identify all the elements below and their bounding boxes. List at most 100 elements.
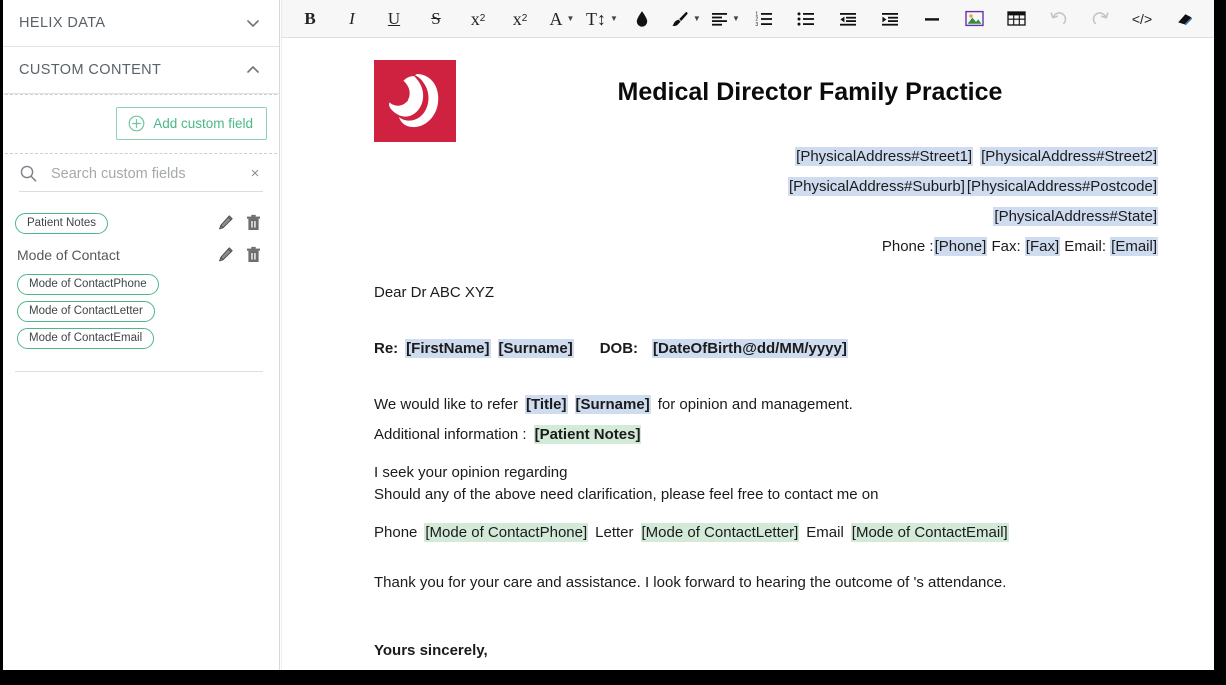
highlight-color-button[interactable]: ▼: [670, 4, 701, 34]
merge-token-suburb[interactable]: [PhysicalAddress#Suburb]: [787, 177, 966, 196]
clear-format-button[interactable]: [1172, 4, 1196, 34]
merge-token-fax[interactable]: [Fax]: [1024, 237, 1061, 256]
phone-label: Phone :: [881, 238, 934, 255]
fax-label: Fax:: [987, 238, 1025, 255]
undo-button[interactable]: [1046, 4, 1070, 34]
clarification-line: Should any of the above need clarificati…: [374, 486, 879, 503]
insert-table-button[interactable]: [1004, 4, 1028, 34]
practice-logo: [374, 60, 456, 142]
opinion-line: I seek your opinion regarding: [374, 464, 568, 481]
custom-field-chip-mode-of-contact-phone[interactable]: Mode of ContactPhone: [17, 274, 159, 295]
merge-token-phone[interactable]: [Phone]: [933, 237, 988, 256]
redo-button[interactable]: [1088, 4, 1112, 34]
document-editor: B I U S x2 x2 A ▼ T↕ ▼ ▼ ▼ 1 2 3 </> Med…: [281, 0, 1214, 670]
contact-methods-line: Phone [Mode of ContactPhone] Letter [Mode o…: [374, 518, 1174, 548]
subscript-button[interactable]: x2: [466, 4, 490, 34]
practice-address-block: [PhysicalAddress#Street1] [PhysicalAddres…: [374, 142, 1174, 262]
custom-field-chip-mode-of-contact-email[interactable]: Mode of ContactEmail: [17, 328, 155, 349]
letter-body: Dear Dr ABC XYZ Re: [FirstName] [Surname] D…: [374, 262, 1174, 670]
outdent-button[interactable]: [836, 4, 860, 34]
superscript-button[interactable]: x2: [508, 4, 532, 34]
email-label: Email:: [1060, 238, 1111, 255]
merge-token-state[interactable]: [PhysicalAddress#State]: [993, 207, 1158, 226]
unordered-list-icon: [797, 11, 815, 27]
redo-icon: [1091, 10, 1110, 27]
closing-thanks-line: Thank you for your care and assistance. …: [374, 574, 1007, 591]
referral-prefix: We would like to refer: [374, 396, 518, 413]
indent-icon: [881, 11, 899, 27]
document-canvas[interactable]: Medical Director Family Practice [Physic…: [281, 38, 1214, 670]
brush-icon: [670, 10, 689, 28]
svg-text:3: 3: [755, 21, 758, 26]
source-code-button[interactable]: </>: [1130, 4, 1154, 34]
additional-info-line: Additional information : [Patient Notes]: [374, 420, 1174, 450]
dob-label: DOB:: [599, 340, 639, 357]
font-size-button[interactable]: T↕ ▼: [586, 4, 618, 34]
align-left-icon: [711, 11, 728, 27]
custom-content-sidebar: HELIX DATA CUSTOM CONTENT Add custom fie…: [3, 0, 280, 670]
trash-icon[interactable]: [246, 214, 263, 232]
add-custom-field-button[interactable]: Add custom field: [116, 107, 267, 140]
plus-circle-icon: [128, 115, 145, 132]
custom-field-chip-patient-notes[interactable]: Patient Notes: [15, 212, 109, 234]
salutation: Dear Dr ABC XYZ: [374, 284, 495, 301]
panel-header-helix-data[interactable]: HELIX DATA: [3, 0, 279, 47]
image-icon: [964, 10, 984, 27]
additional-info-label: Additional information :: [374, 426, 527, 443]
page-title: Medical Director Family Practice: [617, 78, 1003, 106]
chevron-down-icon[interactable]: [243, 13, 263, 33]
align-button[interactable]: ▼: [711, 4, 740, 34]
contact-letter-label: Letter: [595, 524, 634, 541]
merge-token-title[interactable]: [Title]: [524, 395, 568, 414]
horizontal-rule-button[interactable]: [920, 4, 944, 34]
undo-icon: [1049, 10, 1068, 27]
underline-button[interactable]: U: [382, 4, 406, 34]
window-border-right: [1214, 0, 1226, 685]
panel-title-custom-content: CUSTOM CONTENT: [19, 62, 162, 78]
merge-token-surname-2[interactable]: [Surname]: [574, 395, 651, 414]
letter-template: Medical Director Family Practice [Physic…: [282, 38, 1214, 670]
horizontal-rule-icon: [923, 11, 941, 27]
add-custom-field-label: Add custom field: [153, 116, 253, 131]
merge-token-street2[interactable]: [PhysicalAddress#Street2]: [980, 147, 1158, 166]
add-custom-field-row: Add custom field: [3, 95, 279, 153]
bold-button[interactable]: B: [298, 4, 322, 34]
trash-icon[interactable]: [246, 246, 263, 264]
signoff-line: Yours sincerely,: [374, 642, 488, 659]
panel-header-custom-content[interactable]: CUSTOM CONTENT: [3, 47, 279, 94]
unordered-list-button[interactable]: [794, 4, 818, 34]
chevron-down-icon: ▼: [566, 13, 575, 23]
indent-button[interactable]: [878, 4, 902, 34]
text-color-button[interactable]: [630, 4, 654, 34]
strikethrough-button[interactable]: S: [424, 4, 448, 34]
application-window: HELIX DATA CUSTOM CONTENT Add custom fie…: [0, 0, 1226, 685]
search-custom-fields-row: ×: [19, 154, 263, 192]
merge-token-firstname[interactable]: [FirstName]: [405, 339, 491, 358]
merge-token-patient-notes[interactable]: [Patient Notes]: [533, 425, 642, 444]
address-line-suburb-postcode: [PhysicalAddress#Suburb] [PhysicalAddress…: [374, 172, 1158, 202]
custom-field-chip-mode-of-contact-letter[interactable]: Mode of ContactLetter: [17, 301, 155, 322]
pencil-icon[interactable]: [217, 246, 234, 264]
merge-token-postcode[interactable]: [PhysicalAddress#Postcode]: [965, 177, 1158, 196]
merge-token-mode-of-contact-email[interactable]: [Mode of ContactEmail]: [850, 523, 1009, 542]
insert-image-button[interactable]: [962, 4, 986, 34]
merge-token-street1[interactable]: [PhysicalAddress#Street1]: [795, 147, 974, 166]
merge-token-mode-of-contact-phone[interactable]: [Mode of ContactPhone]: [424, 523, 589, 542]
chevron-up-icon[interactable]: [243, 60, 263, 80]
merge-token-mode-of-contact-letter[interactable]: [Mode of ContactLetter]: [640, 523, 800, 542]
search-icon: [19, 164, 38, 183]
re-label: Re:: [374, 340, 399, 357]
merge-token-email[interactable]: [Email]: [1110, 237, 1158, 256]
merge-token-dateofbirth[interactable]: [DateOfBirth@dd/MM/yyyy]: [652, 339, 848, 358]
pencil-icon[interactable]: [217, 214, 234, 232]
chevron-down-icon: ▼: [692, 13, 701, 23]
ordered-list-button[interactable]: 123: [752, 4, 776, 34]
search-custom-fields-input[interactable]: [49, 164, 247, 183]
merge-token-surname[interactable]: [Surname]: [497, 339, 574, 358]
italic-button[interactable]: I: [340, 4, 364, 34]
clear-search-icon[interactable]: ×: [247, 166, 263, 181]
table-icon: [1006, 10, 1026, 27]
chevron-down-icon: ▼: [609, 13, 618, 23]
font-family-button[interactable]: A ▼: [550, 4, 575, 34]
subscript-index: 2: [479, 13, 486, 24]
